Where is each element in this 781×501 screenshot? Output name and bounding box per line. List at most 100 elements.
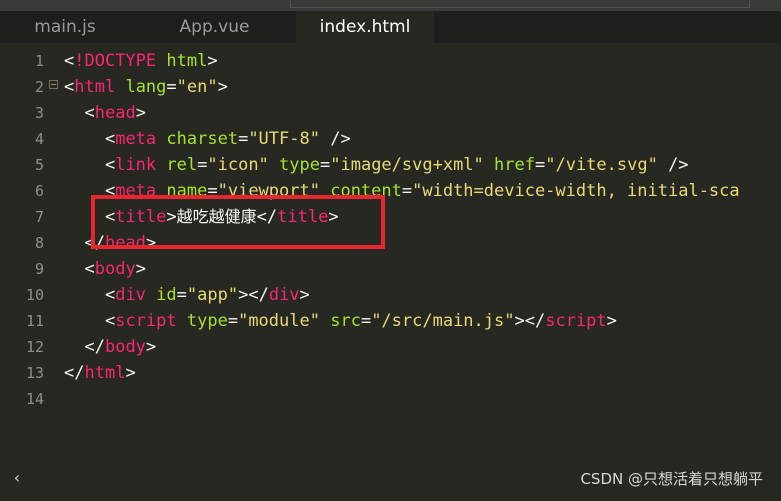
token: id — [156, 285, 177, 305]
token: > — [606, 311, 617, 331]
token: = — [534, 155, 546, 175]
token: </ — [84, 337, 105, 357]
tab-label: App.vue — [179, 17, 250, 37]
code-line-12: </body> — [64, 334, 156, 360]
line-number: 5 — [34, 156, 44, 174]
token: = — [401, 181, 413, 201]
line-number: 9 — [34, 260, 44, 278]
token: type — [279, 155, 320, 175]
token: html — [74, 77, 116, 97]
token: "image/svg+xml" — [330, 155, 484, 175]
line-number-gutter: 1 2 3 4 5 6 7 8 9 10 11 12 13 14 — [0, 43, 55, 501]
tab-label: index.html — [319, 17, 411, 37]
token: charset — [166, 129, 239, 149]
token: rel — [166, 155, 198, 175]
line-number: 4 — [34, 130, 44, 148]
token: > — [135, 259, 146, 279]
code-line-3: <head> — [64, 100, 146, 126]
token: </ — [248, 285, 269, 305]
token: = — [197, 155, 208, 175]
line-number: 7 — [34, 208, 44, 226]
token: < — [84, 103, 95, 123]
code-line-1: <!DOCTYPE html> — [64, 48, 218, 74]
scroll-left-icon[interactable]: ‹ — [5, 466, 29, 490]
tab-main-js[interactable]: main.js — [0, 11, 130, 43]
token: body — [94, 259, 136, 279]
token: "en" — [176, 77, 218, 97]
token: div — [115, 285, 146, 305]
token: > — [135, 103, 146, 123]
token: < — [104, 311, 116, 331]
token: = — [320, 155, 331, 175]
tab-index-html[interactable]: index.html — [296, 11, 434, 43]
token: > — [299, 285, 310, 305]
code-editor[interactable]: <!DOCTYPE html> <html lang="en"> <head> … — [64, 43, 781, 483]
token: /> — [319, 129, 351, 149]
tab-bar: main.js App.vue index.html — [0, 11, 781, 43]
line-number: 8 — [34, 234, 44, 252]
token: < — [84, 259, 95, 279]
code-line-2: <html lang="en"> — [64, 74, 228, 100]
token: > — [125, 363, 136, 383]
line-number: 10 — [25, 286, 44, 304]
token: script — [545, 311, 607, 331]
token: < — [64, 77, 75, 97]
token: > — [145, 337, 157, 357]
token: > — [217, 77, 228, 97]
token: < — [104, 285, 116, 305]
line-number: 14 — [25, 390, 44, 408]
csdn-watermark: CSDN @只想活着只想躺平 — [580, 470, 763, 488]
token: > — [514, 311, 525, 331]
token: script — [115, 311, 177, 331]
fold-toggle-icon[interactable] — [49, 80, 58, 89]
line-number: 11 — [25, 312, 44, 330]
token: > — [238, 285, 249, 305]
token: html — [84, 363, 126, 383]
token: div — [268, 285, 300, 305]
code-line-5: <link rel="icon" type="image/svg+xml" hr… — [64, 152, 689, 178]
token: "module" — [238, 311, 320, 331]
token: !DOCTYPE — [74, 51, 157, 71]
token: < — [104, 155, 116, 175]
token: </ — [524, 311, 546, 331]
token: body — [104, 337, 146, 357]
token: "/vite.svg" — [545, 155, 658, 175]
token: < — [64, 51, 75, 71]
token: head — [94, 103, 136, 123]
token: href — [494, 155, 535, 175]
title-highlight-box — [91, 195, 385, 249]
token: link — [115, 155, 157, 175]
tab-app-vue[interactable]: App.vue — [147, 11, 282, 43]
token: html — [166, 51, 208, 71]
code-line-10: <div id="app"></div> — [64, 282, 310, 308]
token: meta — [115, 129, 157, 149]
top-strip-mark — [290, 0, 750, 8]
code-line-9: <body> — [64, 256, 146, 282]
token: = — [166, 77, 177, 97]
code-line-11: <script type="module" src="/src/main.js"… — [64, 308, 617, 334]
token: "UTF-8" — [248, 129, 320, 149]
token: = — [227, 311, 239, 331]
line-number: 2 — [34, 78, 44, 96]
token: "app" — [186, 285, 239, 305]
token: > — [207, 51, 218, 71]
token: = — [360, 311, 372, 331]
token: </ — [64, 363, 85, 383]
token: = — [238, 129, 249, 149]
line-number: 13 — [25, 364, 44, 382]
line-number: 12 — [25, 338, 44, 356]
